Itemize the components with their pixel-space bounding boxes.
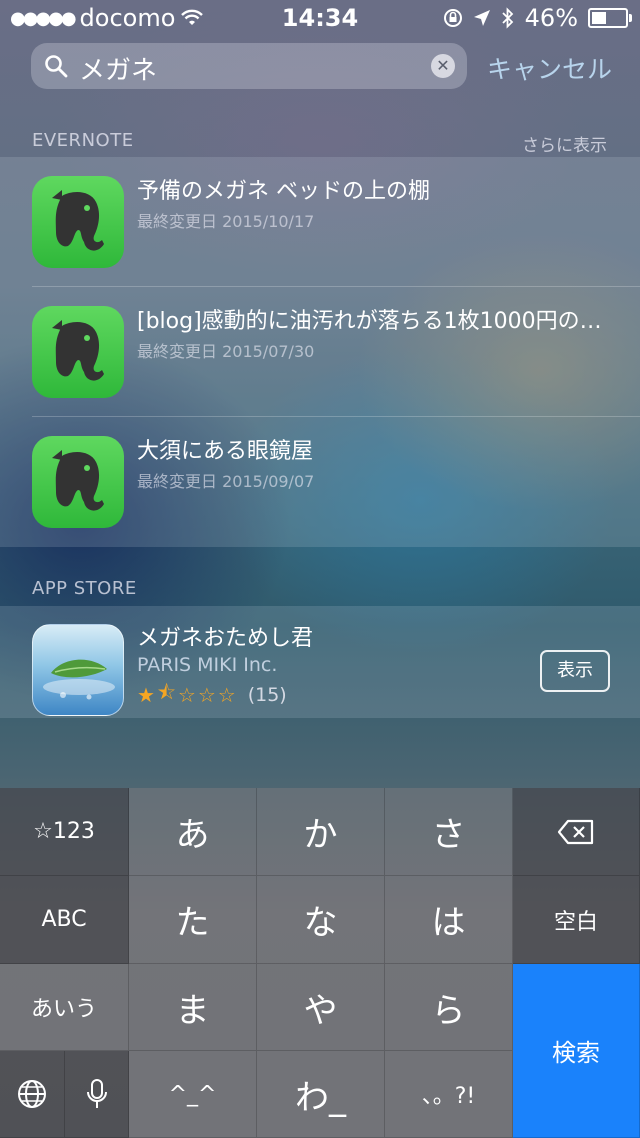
evernote-icon [32,436,124,528]
status-bar: ●●●●● docomo 14:34 46% [0,0,640,36]
star-empty-icon: ☆ [217,683,236,707]
battery-level-fill [592,12,606,24]
key-wa[interactable]: わ_ [257,1051,385,1138]
evernote-icon [32,306,124,398]
view-button[interactable]: 表示 [540,650,610,692]
result-subtitle: 最終変更日 2015/07/30 [137,342,315,361]
globe-key[interactable] [0,1051,65,1138]
star-empty-icon: ☆ [177,683,196,707]
evernote-result[interactable]: [blog]感動的に油汚れが落ちる1枚1000円のメ… 最終変更日 2015/0… [0,287,640,417]
key-aiu[interactable]: あいう [0,964,129,1051]
star-half-icon: ⯪ [156,680,176,704]
orientation-lock-icon [443,9,462,27]
key-sa[interactable]: さ [385,788,513,876]
microphone-key[interactable] [65,1051,129,1138]
key-123[interactable]: ☆123 [0,788,129,876]
key-abc[interactable]: ABC [0,876,129,964]
evernote-result[interactable]: 予備のメガネ ベッドの上の棚 最終変更日 2015/10/17 [0,157,640,287]
app-store-result[interactable]: メガネおためし君 PARIS MIKI Inc. ★ ⯪ ☆ ☆ ☆ (15) … [0,606,640,718]
rating-count: (15) [247,684,287,706]
battery-icon [588,8,632,28]
key-ka[interactable]: か [257,788,385,876]
space-key[interactable]: 空白 [513,876,640,964]
keyboard: ☆123 あ か さ ABC た な は 空白 あいう ま や ら 検索 ^_^… [0,788,640,1138]
star-full-icon: ★ [137,683,155,707]
result-subtitle: 最終変更日 2015/10/17 [137,212,315,231]
show-more-link[interactable]: さらに表示 [522,131,607,156]
search-key[interactable]: 検索 [513,964,640,1138]
section-title: APP STORE [32,578,137,599]
result-subtitle: 最終変更日 2015/09/07 [137,472,315,491]
evernote-icon [32,176,124,268]
star-empty-icon: ☆ [197,683,216,707]
section-title: EVERNOTE [32,130,134,151]
key-ma[interactable]: ま [129,964,257,1051]
key-ra[interactable]: ら [385,964,513,1051]
bluetooth-icon [502,7,513,29]
key-punctuation[interactable]: 、。?! [385,1051,513,1138]
evernote-results: 予備のメガネ ベッドの上の棚 最終変更日 2015/10/17 [blog]感動… [0,157,640,547]
rating: ★ ⯪ ☆ ☆ ☆ (15) [137,678,287,712]
key-na[interactable]: な [257,876,385,964]
key-kaomoji[interactable]: ^_^ [129,1051,257,1138]
globe-icon [18,1080,46,1108]
search-field[interactable]: メガネ ✕ [31,43,467,89]
app-store-results: メガネおためし君 PARIS MIKI Inc. ★ ⯪ ☆ ☆ ☆ (15) … [0,606,640,718]
delete-icon [557,819,594,844]
clear-search-icon[interactable]: ✕ [431,54,455,78]
microphone-icon [86,1079,107,1108]
cancel-button[interactable]: キャンセル [487,50,612,86]
app-icon [32,624,124,716]
result-title: [blog]感動的に油汚れが落ちる1枚1000円のメ… [137,309,617,334]
location-arrow-icon [473,10,490,26]
evernote-result[interactable]: 大須にある眼鏡屋 最終変更日 2015/09/07 [0,417,640,547]
search-row: メガネ ✕ キャンセル [0,42,640,92]
key-ta[interactable]: た [129,876,257,964]
app-name: メガネおためし君 [137,626,314,651]
search-icon [45,55,68,78]
key-ya[interactable]: や [257,964,385,1051]
key-a[interactable]: あ [129,788,257,876]
search-input[interactable]: メガネ [79,50,157,87]
key-ha[interactable]: は [385,876,513,964]
result-title: 予備のメガネ ベッドの上の棚 [137,179,430,204]
result-title: 大須にある眼鏡屋 [137,439,314,464]
app-developer: PARIS MIKI Inc. [137,654,278,676]
status-bar-right: 46% [443,4,632,32]
delete-key[interactable] [513,788,640,876]
battery-percent: 46% [524,4,578,32]
